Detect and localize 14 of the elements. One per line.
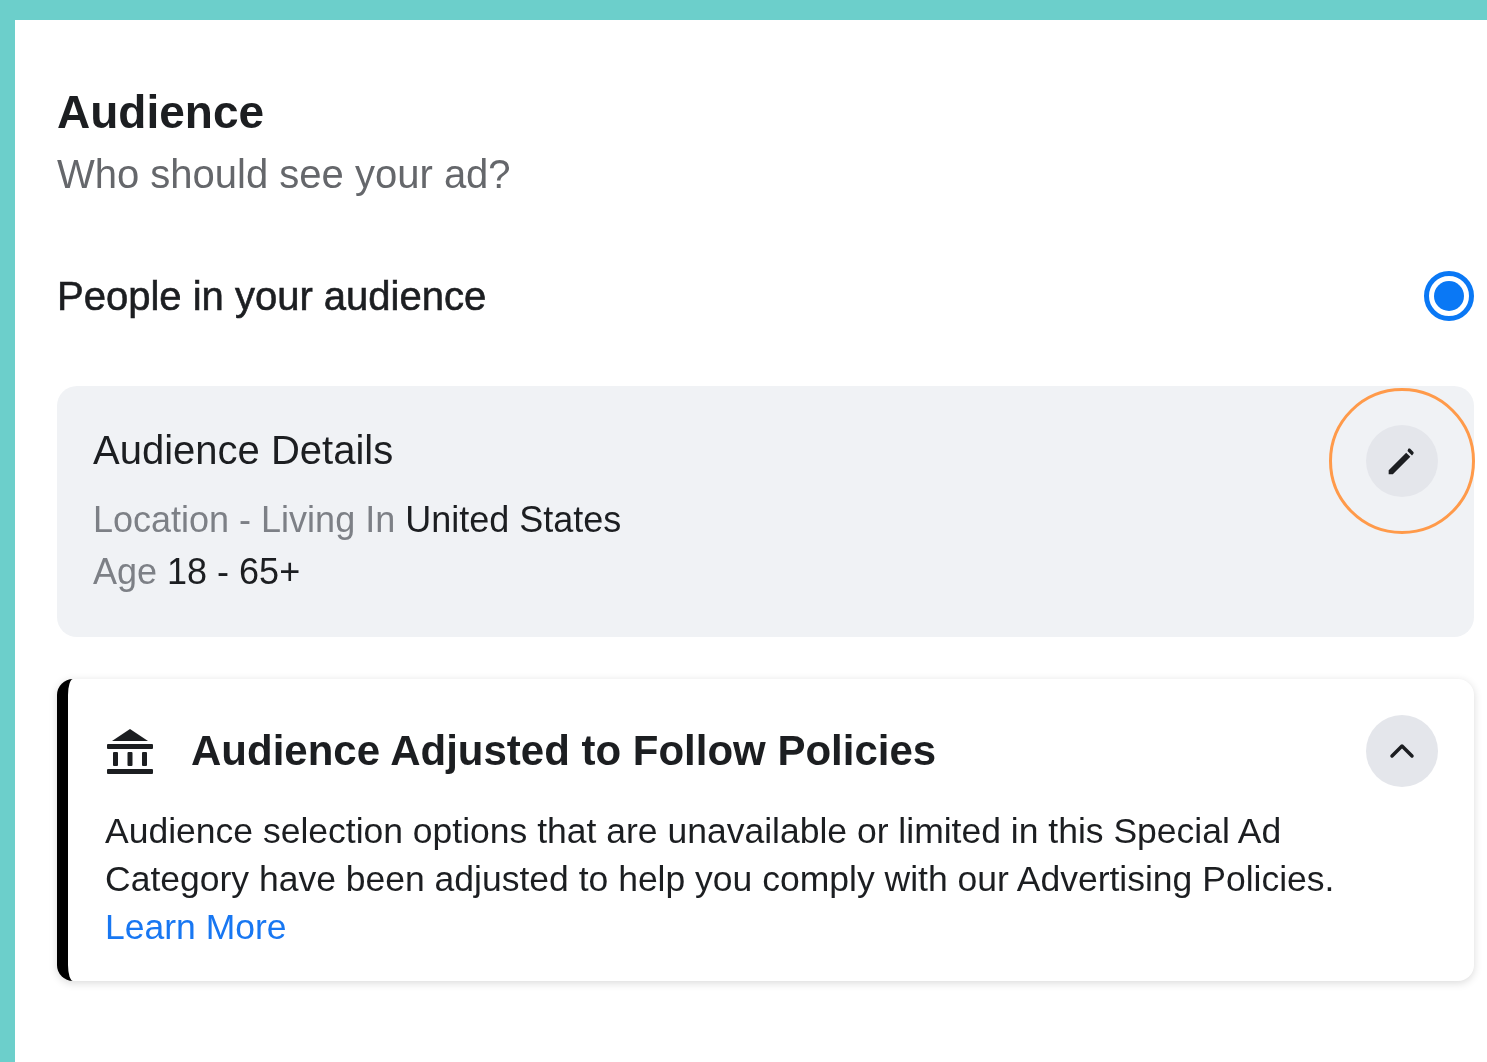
detail-label: Location - Living In [93,498,396,542]
section-subtitle: Who should see your ad? [57,151,512,198]
notice-title: Audience Adjusted to Follow Policies [191,727,938,775]
detail-value: United States [405,498,622,542]
learn-more-link[interactable]: Learn More [105,907,287,947]
card-title: Audience Details [93,427,395,474]
chevron-up-icon [1389,743,1415,759]
detail-label: Age [93,550,158,594]
bank-icon [105,727,155,775]
radio-button[interactable] [1424,271,1474,321]
option-label: People in your audience [57,273,487,319]
detail-value: 18 - 65+ [167,550,301,594]
notice-text: Audience selection options that are unavailable or limited in this Special Ad Category have been adjusted to help you comply with our Advertising Policies. Learn More [105,810,1336,949]
section-title: Audience [57,86,266,138]
